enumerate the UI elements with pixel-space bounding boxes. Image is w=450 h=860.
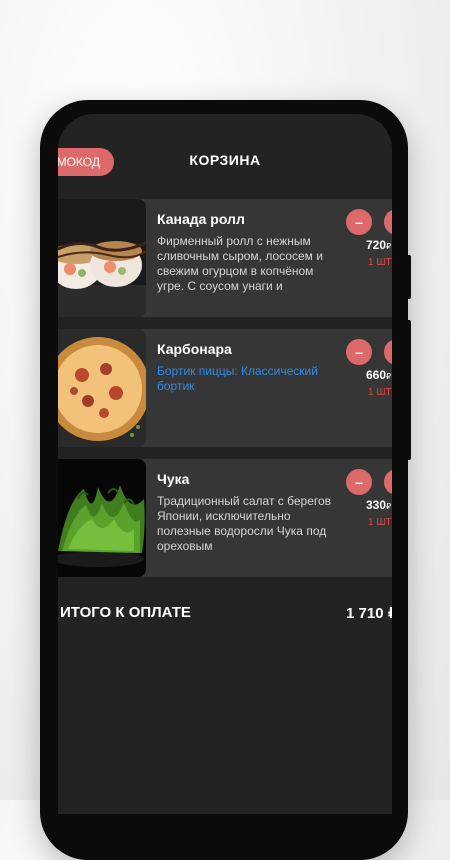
decrease-quantity-button[interactable]: – [346, 339, 372, 365]
item-price: 720₽ [366, 238, 391, 252]
increase-quantity-button[interactable] [384, 339, 392, 365]
item-price: 660₽ [366, 368, 391, 382]
total-amount: 1 710 ₽ [346, 605, 392, 622]
app-screen: ▾ ПРОМОКОД КОРЗИНА Канада ролл [58, 114, 392, 814]
price-value: 720 [366, 238, 387, 252]
minus-icon: – [355, 214, 363, 230]
item-name: Чука [157, 471, 190, 487]
decrease-quantity-button[interactable]: – [346, 209, 372, 235]
item-description: Традиционный салат с берегов Японии, иск… [157, 494, 332, 553]
cart-item[interactable]: Чука Традиционный салат с берегов Японии… [58, 459, 392, 577]
price-value: 330 [366, 498, 387, 512]
item-quantity: 1 ШТ [368, 257, 392, 268]
phone-side-button-top [405, 255, 411, 299]
increase-quantity-button[interactable] [384, 469, 392, 495]
total-label: ИТОГО К ОПЛАТЕ [60, 604, 191, 621]
item-name: Канада ролл [157, 211, 245, 227]
page-title: КОРЗИНА [189, 152, 261, 168]
product-image-carbonara [58, 329, 146, 447]
item-price: 330₽ [366, 498, 391, 512]
minus-icon: – [355, 344, 363, 360]
decrease-quantity-button[interactable]: – [346, 469, 372, 495]
currency-symbol: ₽ [386, 242, 392, 251]
item-quantity: 1 ШТ [368, 387, 392, 398]
increase-quantity-button[interactable] [384, 209, 392, 235]
minus-icon: – [355, 474, 363, 490]
item-quantity: 1 ШТ [368, 517, 392, 528]
price-value: 660 [366, 368, 387, 382]
phone-side-button-bottom [405, 320, 411, 460]
product-image-chuka [58, 459, 146, 577]
app-header: ПРОМОКОД КОРЗИНА [58, 114, 392, 188]
currency-symbol: ₽ [386, 372, 392, 381]
item-option: Бортик пиццы: Классический бортик [157, 364, 318, 393]
product-image-kanada-roll [58, 199, 146, 317]
item-description: Фирменный ролл с нежным сливочным сыром,… [157, 234, 323, 293]
currency-symbol: ₽ [386, 502, 392, 511]
cart-item[interactable]: Карбонара Бортик пиццы: Классический бор… [58, 329, 392, 447]
item-name: Карбонара [157, 341, 232, 357]
cart-item[interactable]: Канада ролл Фирменный ролл с нежным слив… [58, 199, 392, 317]
